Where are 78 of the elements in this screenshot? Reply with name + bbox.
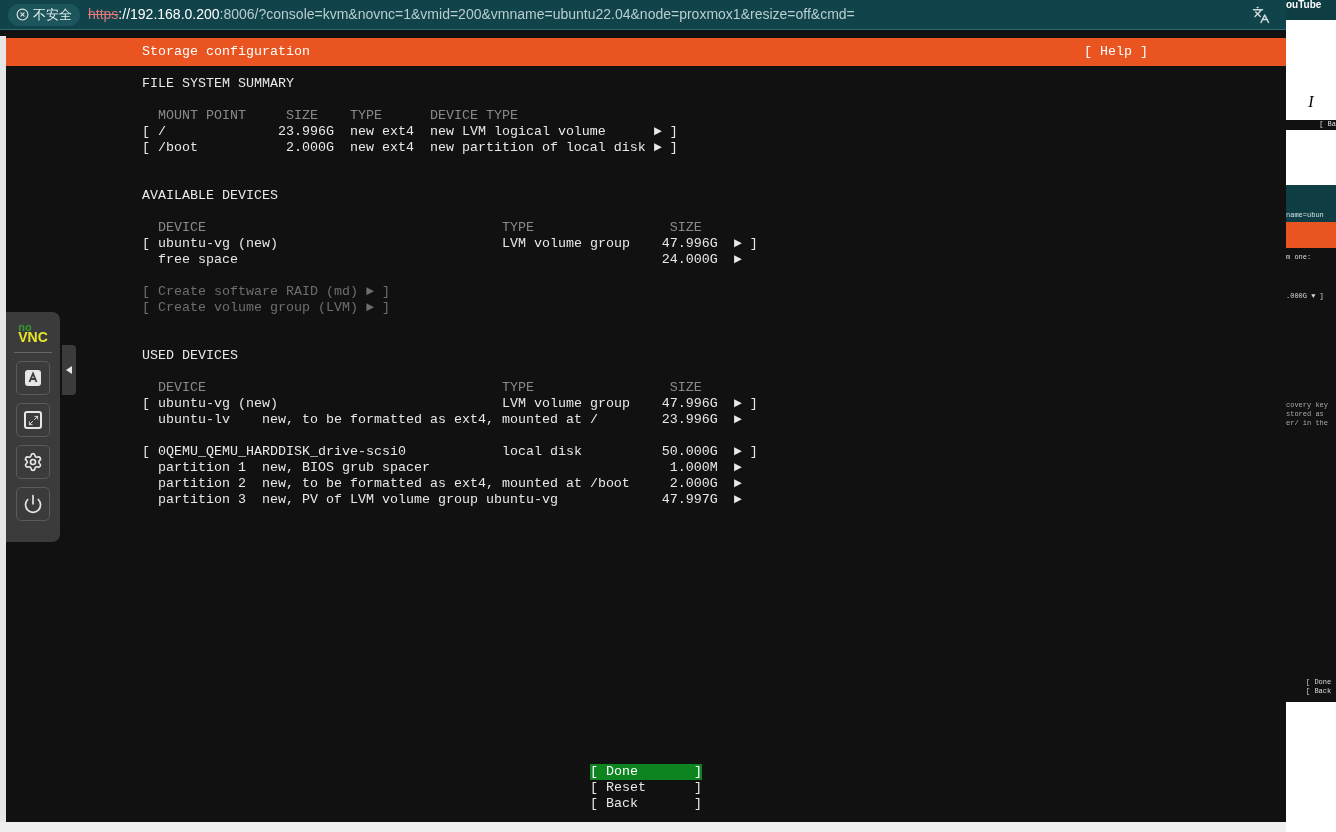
column-header: SIZE bbox=[285, 108, 318, 124]
device-name: partition 2 bbox=[158, 476, 246, 492]
column-header: DEVICE bbox=[158, 220, 206, 236]
device-type: local disk bbox=[501, 444, 582, 460]
address-bar[interactable]: 不安全 https://192.168.0.200:8006/?console=kvm&novnc=1&vmid=200&vmname=ubuntu22.04&node=proxmox1&resize=off&cmd= bbox=[0, 0, 1286, 30]
help-button[interactable]: [ Help ] bbox=[1084, 44, 1148, 60]
security-chip[interactable]: 不安全 bbox=[8, 3, 80, 26]
device-size: 24.000G bbox=[661, 252, 718, 268]
column-header: SIZE bbox=[669, 220, 702, 236]
section-title: AVAILABLE DEVICES bbox=[142, 188, 278, 204]
device-name: partition 3 bbox=[158, 492, 246, 508]
column-header: MOUNT POINT bbox=[158, 108, 246, 124]
novnc-logo: no VNC bbox=[18, 322, 48, 344]
url-text: https://192.168.0.200:8006/?console=kvm&novnc=1&vmid=200&vmname=ubuntu22.04&node=proxmox1&resize=off&cmd= bbox=[88, 5, 856, 24]
panel-handle[interactable] bbox=[62, 345, 76, 395]
column-header: TYPE bbox=[501, 220, 534, 236]
device-name: partition 1 bbox=[158, 460, 246, 476]
settings-icon bbox=[23, 452, 43, 472]
translate-icon[interactable] bbox=[1252, 5, 1270, 24]
row-action[interactable]: ► bbox=[733, 476, 742, 492]
device-description: new, to be formatted as ext4, mounted at /boot bbox=[261, 476, 630, 492]
filesystem-type: new ext4 bbox=[349, 124, 414, 140]
row-action[interactable]: ► bbox=[733, 460, 742, 476]
device-description: new, BIOS grub spacer bbox=[261, 460, 430, 476]
menu-button[interactable]: [ Reset ] bbox=[590, 780, 702, 796]
device-size: 47.996G bbox=[661, 396, 718, 412]
device-size: 50.000G bbox=[661, 444, 718, 460]
row-action[interactable]: ► bbox=[733, 412, 742, 428]
row-action[interactable]: ► bbox=[733, 252, 742, 268]
device-name: [ ubuntu-vg (new) bbox=[142, 396, 278, 412]
background-header-bar bbox=[1286, 222, 1336, 248]
device-size: 47.997G bbox=[661, 492, 718, 508]
column-header: TYPE bbox=[501, 380, 534, 396]
device-type: LVM volume group bbox=[501, 236, 630, 252]
tab-title: ouTube bbox=[1286, 0, 1322, 10]
power-icon bbox=[23, 494, 43, 514]
fullscreen-button[interactable] bbox=[16, 403, 50, 437]
device-size: 2.000G bbox=[669, 476, 718, 492]
device-size: 47.996G bbox=[661, 236, 718, 252]
device-name: ubuntu-lv bbox=[158, 412, 230, 428]
column-header: TYPE bbox=[349, 108, 382, 124]
text-cursor: I bbox=[1308, 94, 1314, 110]
row-action[interactable]: ► ] bbox=[653, 124, 678, 140]
row-action[interactable]: ► ] bbox=[653, 140, 678, 156]
device-type: new partition of local disk bbox=[429, 140, 646, 156]
filesystem-type: new ext4 bbox=[349, 140, 414, 156]
collapse-icon bbox=[66, 366, 72, 374]
device-name: [ ubuntu-vg (new) bbox=[142, 236, 278, 252]
device-size: 1.000M bbox=[669, 460, 718, 476]
column-header: DEVICE bbox=[158, 380, 206, 396]
row-action[interactable]: ► ] bbox=[733, 236, 758, 252]
row-action[interactable]: ► ] bbox=[733, 444, 758, 460]
menu-button[interactable]: [ Done ] bbox=[590, 764, 702, 780]
power-button[interactable] bbox=[16, 487, 50, 521]
keyboard-icon bbox=[24, 369, 42, 387]
device-description: new, to be formatted as ext4, mounted at / bbox=[261, 412, 598, 428]
screen-title: Storage configuration bbox=[142, 44, 310, 60]
row-action[interactable]: ► ] bbox=[733, 396, 758, 412]
row-action[interactable]: ► bbox=[733, 492, 742, 508]
keyboard-button[interactable] bbox=[16, 361, 50, 395]
device-name: free space bbox=[158, 252, 238, 268]
menu-button[interactable]: [ Back ] bbox=[590, 796, 702, 812]
settings-button[interactable] bbox=[16, 445, 50, 479]
size-value: 2.000G bbox=[285, 140, 334, 156]
device-size: 23.996G bbox=[661, 412, 718, 428]
column-header: SIZE bbox=[669, 380, 702, 396]
size-value: 23.996G bbox=[277, 124, 334, 140]
device-type: LVM volume group bbox=[501, 396, 630, 412]
device-name: [ 0QEMU_QEMU_HARDDISK_drive-scsi0 bbox=[142, 444, 406, 460]
device-type: new LVM logical volume bbox=[429, 124, 606, 140]
mount-point: [ / bbox=[142, 124, 166, 140]
device-description: new, PV of LVM volume group ubuntu-vg bbox=[261, 492, 558, 508]
section-title: USED DEVICES bbox=[142, 348, 238, 364]
warning-icon bbox=[16, 8, 29, 21]
fullscreen-icon bbox=[24, 411, 42, 429]
section-title: FILE SYSTEM SUMMARY bbox=[142, 76, 294, 92]
mount-point: [ /boot bbox=[142, 140, 198, 156]
column-header: DEVICE TYPE bbox=[429, 108, 518, 124]
